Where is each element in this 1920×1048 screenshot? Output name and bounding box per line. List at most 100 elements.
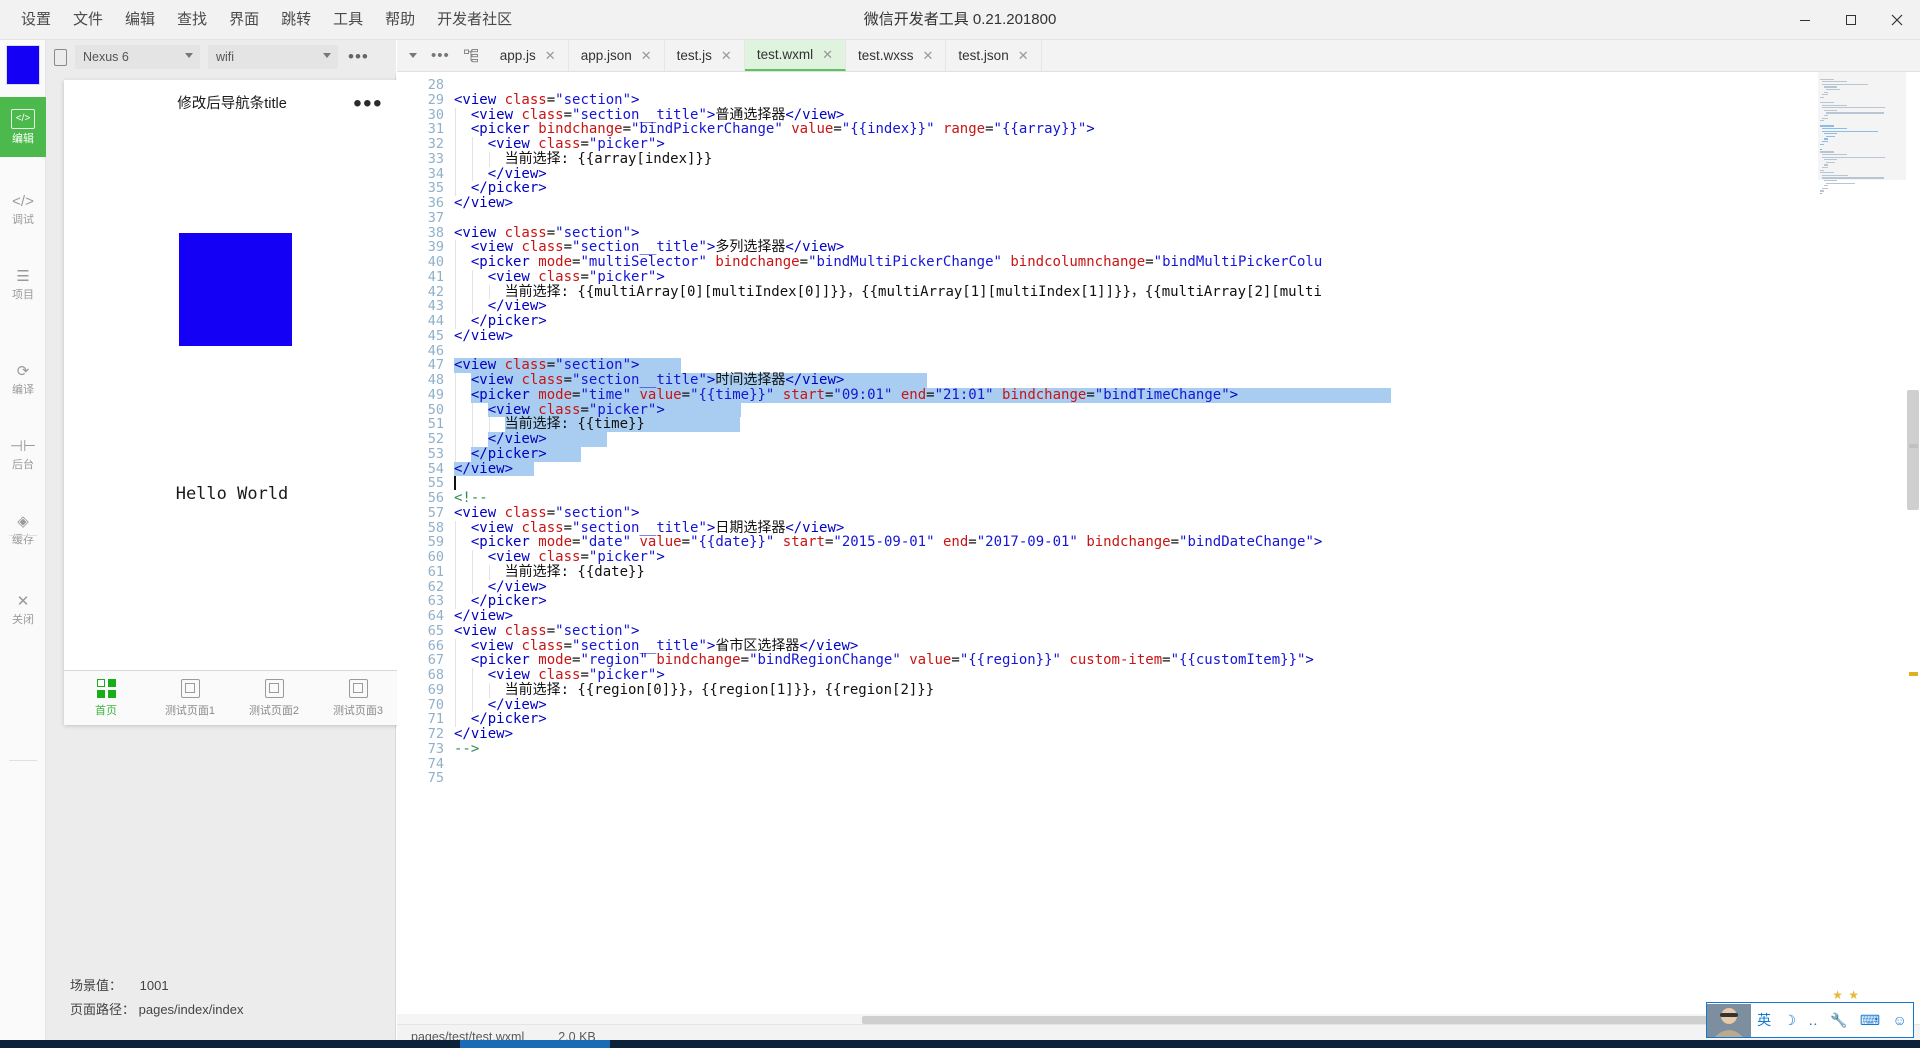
chevron-down-icon[interactable]	[409, 53, 417, 58]
menu-help[interactable]: 帮助	[374, 0, 426, 40]
code-line[interactable]: <view class="section__title">日期选择器</view…	[454, 520, 844, 536]
code-line[interactable]: 当前选择: {{date}}	[454, 564, 645, 580]
code-line[interactable]: </view>	[454, 328, 513, 344]
minimap[interactable]	[1818, 72, 1906, 1016]
code-line[interactable]: <picker mode="date" value="{{date}}" sta…	[454, 535, 1322, 550]
menu-edit[interactable]: 编辑	[114, 0, 166, 40]
menu-community[interactable]: 开发者社区	[426, 0, 523, 40]
taskbar-active-item[interactable]	[460, 1040, 610, 1048]
code-line[interactable]: <picker mode="region" bindchange="bindRe…	[454, 653, 1314, 668]
code-line[interactable]: <view class="picker">	[454, 550, 665, 565]
menu-settings[interactable]: 设置	[10, 0, 62, 40]
code-line[interactable]: </view>	[454, 432, 547, 447]
activity-item-调试[interactable]: </> 调试	[0, 180, 46, 240]
moon-icon[interactable]: ☽	[1784, 1012, 1797, 1029]
code-line[interactable]: <picker mode="time" value="{{time}}" sta…	[454, 387, 1238, 403]
menu-goto[interactable]: 跳转	[270, 0, 322, 40]
code-line[interactable]: <picker bindchange="bindPickerChange" va…	[454, 122, 1095, 137]
phone-tab-首页[interactable]: 首页	[64, 671, 148, 725]
close-icon[interactable]: ✕	[923, 48, 934, 64]
ime-toolbar[interactable]: 英 ☽ ‥ 🔧 ⌨ ☺	[1706, 1002, 1914, 1038]
code-line[interactable]: <view class="section">	[454, 623, 639, 639]
vertical-scrollbar[interactable]	[1906, 72, 1920, 1016]
vertical-scroll-thumb[interactable]	[1907, 390, 1919, 510]
code-line[interactable]: </view>	[454, 727, 513, 742]
code-line[interactable]: <view class="picker">	[454, 137, 665, 152]
wrench-icon[interactable]: 🔧	[1830, 1012, 1847, 1029]
menu-view[interactable]: 界面	[218, 0, 270, 40]
code-line[interactable]: <view class="section__title">多列选择器</view…	[454, 240, 844, 255]
device-select[interactable]: Nexus 6	[75, 45, 200, 69]
code-line[interactable]: </picker>	[454, 594, 547, 609]
menu-find[interactable]: 查找	[166, 0, 218, 40]
close-icon[interactable]: ✕	[721, 48, 732, 64]
keyboard-icon[interactable]: ⌨	[1860, 1012, 1880, 1029]
menu-file[interactable]: 文件	[62, 0, 114, 40]
activity-item-关闭[interactable]: ✕ 关闭	[0, 580, 46, 640]
editor-tab-app.json[interactable]: app.json ✕	[568, 40, 665, 71]
phone-tab-测试页面2[interactable]: 测试页面2	[232, 671, 316, 725]
activity-item-编译[interactable]: ⟳ 编译	[0, 350, 46, 410]
close-icon[interactable]: ✕	[545, 48, 556, 64]
maximize-button[interactable]	[1828, 0, 1874, 40]
code-token: bindchange	[538, 121, 623, 138]
file-tree-icon[interactable]	[463, 48, 478, 63]
code-line[interactable]: <view class="section__title">普通选择器</view…	[454, 107, 844, 123]
code-line[interactable]: <!--	[454, 491, 488, 506]
code-line[interactable]: </view>	[454, 166, 547, 182]
editor-tab-test.js[interactable]: test.js ✕	[664, 40, 745, 71]
close-icon[interactable]: ✕	[822, 47, 833, 63]
code-line[interactable]: <view class="section__title">时间选择器</view…	[454, 373, 844, 388]
close-icon[interactable]: ✕	[1018, 48, 1029, 64]
code-line[interactable]: <view class="section__title">省市区选择器</vie…	[454, 638, 858, 654]
phone-tab-测试页面3[interactable]: 测试页面3	[316, 671, 400, 725]
code-line[interactable]: <view class="picker">	[454, 269, 665, 285]
code-line[interactable]: <view class="section">	[454, 505, 639, 521]
smiley-icon[interactable]: ☺	[1892, 1012, 1906, 1028]
code-line[interactable]: <view class="picker">	[454, 668, 665, 683]
editor-tab-test.wxml[interactable]: test.wxml ✕	[744, 40, 846, 71]
code-line[interactable]: </picker>	[454, 446, 547, 462]
code-line[interactable]: 当前选择: {{time}}	[454, 417, 645, 432]
code-line[interactable]: <picker mode="multiSelector" bindchange=…	[454, 255, 1322, 270]
code-line[interactable]: </view>	[454, 609, 513, 624]
code-line[interactable]: </view>	[454, 461, 513, 477]
code-line[interactable]: -->	[454, 741, 479, 757]
close-button[interactable]	[1874, 0, 1920, 40]
user-avatar[interactable]	[1707, 1003, 1751, 1037]
code-line[interactable]: 当前选择: {{region[0]}}，{{region[1]}}，{{regi…	[454, 682, 935, 698]
code-line[interactable]: 当前选择: {{multiArray[0][multiIndex[0]]}}，{…	[454, 284, 1322, 300]
editor-tab-test.json[interactable]: test.json ✕	[946, 40, 1042, 71]
activity-item-缓存[interactable]: ◈ 缓存	[0, 500, 46, 560]
code-line[interactable]: </picker>	[454, 181, 547, 196]
code-editor[interactable]: 28 29 30 31 32 33 34 35 36 37 38 39 40 41 42 43 44 45 46 47…	[397, 72, 1920, 1016]
code-line[interactable]: <view class="section">	[454, 358, 639, 373]
ellipsis-icon[interactable]: •••	[431, 48, 450, 63]
activity-item-后台[interactable]: ⊣⊢ 后台	[0, 425, 46, 485]
code-line[interactable]: </picker>	[454, 712, 547, 727]
code-lines[interactable]: <view class="section"> <view class="secti…	[454, 72, 1920, 1016]
code-line[interactable]: 当前选择: {{array[index]}}	[454, 151, 713, 167]
code-line[interactable]: </view>	[454, 299, 547, 314]
indent-guide	[471, 402, 473, 418]
ellipsis-icon[interactable]: •••	[348, 48, 369, 65]
code-line[interactable]: <view class="section">	[454, 92, 639, 108]
code-line[interactable]: </picker>	[454, 314, 547, 329]
code-line[interactable]: </view>	[454, 579, 547, 595]
editor-tab-test.wxss[interactable]: test.wxss ✕	[846, 40, 947, 71]
code-token: "section__title"	[572, 239, 707, 256]
code-line[interactable]: </view>	[454, 697, 547, 713]
punctuation-icon[interactable]: ‥	[1808, 1012, 1817, 1029]
close-icon[interactable]: ✕	[641, 48, 652, 64]
code-line[interactable]: </view>	[454, 196, 513, 211]
editor-tab-app.js[interactable]: app.js ✕	[487, 40, 569, 71]
ellipsis-icon[interactable]: •••	[353, 90, 383, 118]
menu-tools[interactable]: 工具	[322, 0, 374, 40]
activity-item-编辑[interactable]: </> 编辑	[0, 97, 46, 157]
phone-tab-测试页面1[interactable]: 测试页面1	[148, 671, 232, 725]
ime-lang-button[interactable]: 英	[1757, 1010, 1771, 1030]
activity-item-项目[interactable]: ☰ 项目	[0, 255, 46, 315]
minimize-button[interactable]	[1782, 0, 1828, 40]
indent-guide	[455, 240, 456, 255]
network-select[interactable]: wifi	[208, 45, 338, 69]
